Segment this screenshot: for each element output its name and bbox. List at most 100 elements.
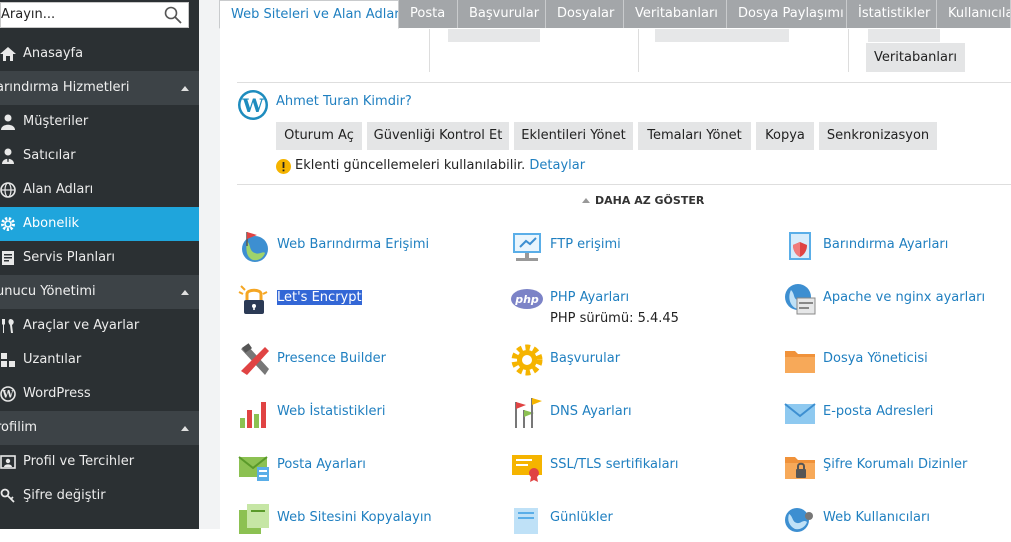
statistics-icon (240, 402, 266, 428)
show-less-toggle[interactable]: DAHA AZ GÖSTER (582, 194, 704, 207)
tab-bar: Web Siteleri ve Alan Adları Posta Başvur… (219, 0, 1011, 29)
notice-text: Eklenti güncellemeleri kullanılabilir. (295, 158, 526, 173)
tool-label: Web Barındırma Erişimi (277, 237, 430, 252)
svg-text:W: W (241, 95, 264, 117)
sidebar: Arayın... Anasayfa arındırma Hizmetleri … (0, 0, 199, 529)
plugin-update-notice: Eklenti güncellemeleri kullanılabilir. D… (295, 158, 585, 173)
tab-statistics[interactable]: İstatistikler (847, 0, 937, 28)
tab-databases[interactable]: Veritabanları (624, 0, 727, 28)
sidebar-item-subscriptions[interactable]: Abonelik (0, 207, 199, 241)
sidebar-item-label: Müşteriler (23, 114, 89, 129)
sidebar-item-label: Anasayfa (23, 46, 84, 61)
wp-clone-button[interactable]: Kopya (756, 122, 814, 150)
chevron-up-icon (181, 290, 189, 295)
tool-label: Dosya Yöneticisi (823, 351, 928, 366)
tool-label: Web Sitesini Kopyalayın (277, 510, 432, 525)
sidebar-item-home[interactable]: Anasayfa (0, 37, 199, 71)
wordpress-icon: W (0, 386, 16, 402)
column-divider (848, 29, 849, 72)
sidebar-item-customers[interactable]: Müşteriler (0, 105, 199, 139)
tool-label: Başvurular (550, 351, 621, 366)
sidebar-item-label: WordPress (23, 386, 91, 401)
sidebar-item-domains[interactable]: Alan Adları (0, 173, 199, 207)
gear-icon (1, 217, 15, 231)
certificate-icon (512, 455, 542, 482)
sidebar-item-label: Alan Adları (23, 182, 94, 197)
tab-websites-domains[interactable]: Web Siteleri ve Alan Adları (219, 0, 399, 29)
wordpress-logo-icon: W (238, 90, 268, 120)
service-plans-icon (2, 251, 14, 265)
tool-label: Barındırma Ayarları (823, 237, 949, 252)
tool-label: FTP erişimi (550, 237, 621, 252)
resellers-icon (2, 148, 14, 164)
sidebar-group-hosting[interactable]: arındırma Hizmetleri (0, 71, 199, 105)
sidebar-gutter (199, 0, 220, 529)
search-box[interactable]: Arayın... (0, 2, 189, 28)
sidebar-item-extensions[interactable]: Uzantılar (0, 343, 199, 377)
tab-file-sharing[interactable]: Dosya Paylaşımı (727, 0, 847, 28)
svg-text:php: php (514, 293, 539, 306)
tool-label: Günlükler (550, 510, 613, 525)
sidebar-item-label: Şifre değiştir (23, 488, 106, 503)
tool-label: Apache ve nginx ayarları (823, 290, 986, 305)
sidebar-item-label: Servis Planları (23, 250, 115, 265)
wordpress-site-link[interactable]: Ahmet Turan Kimdir? (276, 94, 412, 109)
php-version-text: PHP sürümü: 5.4.45 (550, 311, 679, 326)
wp-plugins-button[interactable]: Eklentileri Yönet (514, 122, 633, 150)
details-link[interactable]: Detaylar (529, 158, 585, 173)
profile-card-icon (0, 455, 16, 469)
sidebar-item-wordpress[interactable]: W WordPress (0, 377, 199, 411)
dns-icon (515, 398, 542, 428)
tab-files[interactable]: Dosyalar (546, 0, 624, 28)
chevron-up-icon (181, 426, 189, 431)
wp-themes-button[interactable]: Temaları Yönet (638, 122, 751, 150)
tool-label: DNS Ayarları (550, 404, 632, 419)
sidebar-group-server[interactable]: unucu Yönetimi (0, 275, 199, 309)
sidebar-item-service-plans[interactable]: Servis Planları (0, 241, 199, 275)
envelope-icon (784, 403, 816, 424)
show-less-label: DAHA AZ GÖSTER (595, 194, 705, 207)
sidebar-item-label: Uzantılar (23, 352, 82, 367)
sidebar-item-resellers[interactable]: Satıcılar (0, 139, 199, 173)
php-icon: php (511, 289, 543, 309)
tool-label: Presence Builder (277, 351, 386, 366)
wp-sync-button[interactable]: Senkronizasyon (819, 122, 937, 150)
chevron-up-icon (582, 198, 590, 203)
protected-folder-icon (785, 457, 815, 479)
tab-users[interactable]: Kullanıcılar (937, 0, 1011, 28)
extensions-icon (1, 353, 15, 367)
sidebar-item-label: Abonelik (23, 216, 80, 231)
mail-settings-icon (238, 456, 269, 481)
databases-button[interactable]: Veritabanları (866, 43, 965, 72)
sidebar-item-profile[interactable]: Profil ve Tercihler (0, 445, 199, 479)
divider (237, 82, 1011, 83)
tool-label: Posta Ayarları (277, 457, 366, 472)
tool-label: Let's Encrypt (277, 290, 362, 305)
svg-text:W: W (1, 390, 14, 401)
scrolled-button[interactable] (868, 29, 940, 42)
sidebar-item-label: Satıcılar (23, 148, 76, 163)
wp-security-button[interactable]: Güvenliği Kontrol Et (367, 122, 509, 150)
sidebar-group-label: arındırma Hizmetleri (0, 80, 130, 95)
sidebar-item-tools-settings[interactable]: Araçlar ve Ayarlar (0, 309, 199, 343)
column-divider (638, 29, 639, 72)
wp-login-button[interactable]: Oturum Aç (276, 122, 362, 150)
tool-label: Web Kullanıcıları (823, 510, 930, 525)
sidebar-group-profile[interactable]: rofilim (0, 411, 199, 445)
scrolled-button[interactable] (448, 29, 540, 42)
tab-mail[interactable]: Posta (399, 0, 458, 28)
search-input[interactable]: Arayın... (1, 3, 151, 27)
tools-icon (2, 319, 14, 333)
sidebar-group-label: unucu Yönetimi (0, 284, 96, 299)
web-users-icon (785, 508, 813, 532)
tab-applications[interactable]: Başvurular (458, 0, 546, 28)
tool-label: E-posta Adresleri (823, 404, 934, 419)
tool-label: PHP Ayarları (550, 290, 630, 305)
scrolled-button[interactable] (655, 29, 789, 42)
tool-label: SSL/TLS sertifikaları (550, 457, 679, 472)
sidebar-item-change-password[interactable]: Şifre değiştir (0, 479, 199, 513)
logs-icon (514, 508, 538, 534)
search-icon[interactable] (164, 6, 182, 24)
key-icon (0, 488, 15, 503)
presence-builder-icon (241, 343, 269, 375)
